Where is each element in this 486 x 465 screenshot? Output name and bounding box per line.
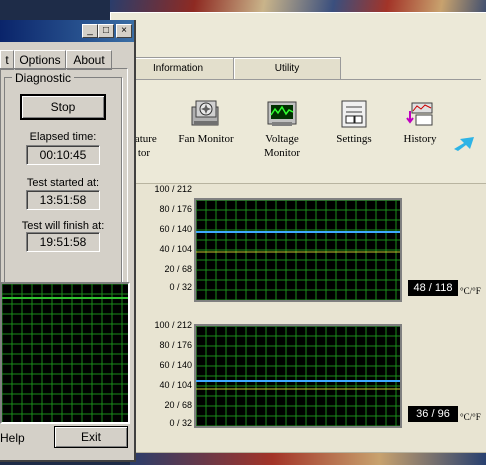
grid-lines	[195, 325, 400, 427]
temperature-plot-2	[194, 324, 402, 428]
y-tick-label: 60 / 140	[159, 360, 192, 370]
tab-divider	[127, 79, 481, 80]
test-started-value: 13:51:58	[26, 190, 100, 210]
exit-button[interactable]: Exit	[54, 426, 128, 448]
grid-lines	[1, 283, 128, 422]
cpu-usage-graph	[0, 282, 130, 424]
y-tick-label: 80 / 176	[159, 340, 192, 350]
arrow-icon	[454, 137, 474, 151]
minimize-button[interactable]: _	[82, 24, 98, 38]
tab-utility[interactable]: Utility	[233, 57, 341, 80]
monitor-window: Information Utility rature tor Fan Monit…	[110, 12, 486, 453]
tool-history-label: History	[403, 133, 437, 145]
menu-item-cut[interactable]: t	[0, 50, 14, 70]
elapsed-time-label: Elapsed time:	[29, 131, 97, 143]
y-tick-label: 100 / 212	[154, 184, 192, 194]
y-tick-label: 40 / 104	[159, 244, 192, 254]
tab-information[interactable]: Information	[121, 57, 235, 80]
temperature-readout-2: 36 / 96	[408, 406, 458, 422]
menu-item-about[interactable]: About	[66, 50, 112, 70]
tool-settings-label: Settings	[336, 133, 372, 145]
test-finish-value: 19:51:58	[26, 232, 100, 252]
y-tick-label: 0 / 32	[169, 418, 192, 428]
tool-fan-monitor[interactable]: Fan Monitor	[165, 99, 247, 146]
tool-history[interactable]: History	[385, 99, 455, 146]
y-tick-label: 80 / 176	[159, 204, 192, 214]
monitor-toolbar: rature tor Fan Monitor Voltage Monitor S…	[131, 93, 483, 179]
diagnostic-group-title: Diagnostic	[12, 71, 75, 85]
grid-lines	[195, 199, 400, 301]
diagnostic-dialog: _ □ × t Options About Diagnostic Stop El…	[0, 20, 136, 462]
y-tick-label: 0 / 32	[169, 282, 192, 292]
test-started-label: Test started at:	[26, 177, 100, 189]
menu-item-options[interactable]: Options	[14, 50, 66, 70]
stop-button[interactable]: Stop	[20, 94, 106, 120]
settings-icon	[341, 100, 367, 128]
y-tick-label: 40 / 104	[159, 380, 192, 390]
tool-settings[interactable]: Settings	[319, 99, 389, 146]
y-tick-label: 100 / 212	[154, 320, 192, 330]
temperature-readout-1: 48 / 118	[408, 280, 458, 296]
test-finish-label: Test will finish at:	[21, 220, 105, 232]
temperature-chart-area: 100 / 212 80 / 176 60 / 140 40 / 104 20 …	[131, 183, 486, 453]
history-icon	[406, 102, 433, 126]
help-button[interactable]: Help	[0, 428, 30, 448]
tool-voltage-monitor[interactable]: Voltage Monitor	[247, 99, 317, 160]
temperature-plot-1	[194, 198, 402, 302]
close-button[interactable]: ×	[116, 24, 132, 38]
y-tick-label: 60 / 140	[159, 224, 192, 234]
fan-icon	[191, 100, 219, 126]
tool-voltage-monitor-label: Voltage Monitor	[263, 133, 301, 159]
unit-label-2: °C/°F	[460, 412, 481, 422]
y-tick-label: 20 / 68	[164, 264, 192, 274]
tool-next[interactable]	[449, 133, 479, 157]
elapsed-time-value: 00:10:45	[26, 145, 100, 165]
unit-label-1: °C/°F	[460, 286, 481, 296]
dialog-titlebar[interactable]: _ □ ×	[0, 20, 134, 42]
y-tick-label: 20 / 68	[164, 400, 192, 410]
voltage-icon	[267, 101, 297, 126]
maximize-button[interactable]: □	[98, 24, 114, 38]
tool-fan-monitor-label: Fan Monitor	[178, 133, 234, 145]
